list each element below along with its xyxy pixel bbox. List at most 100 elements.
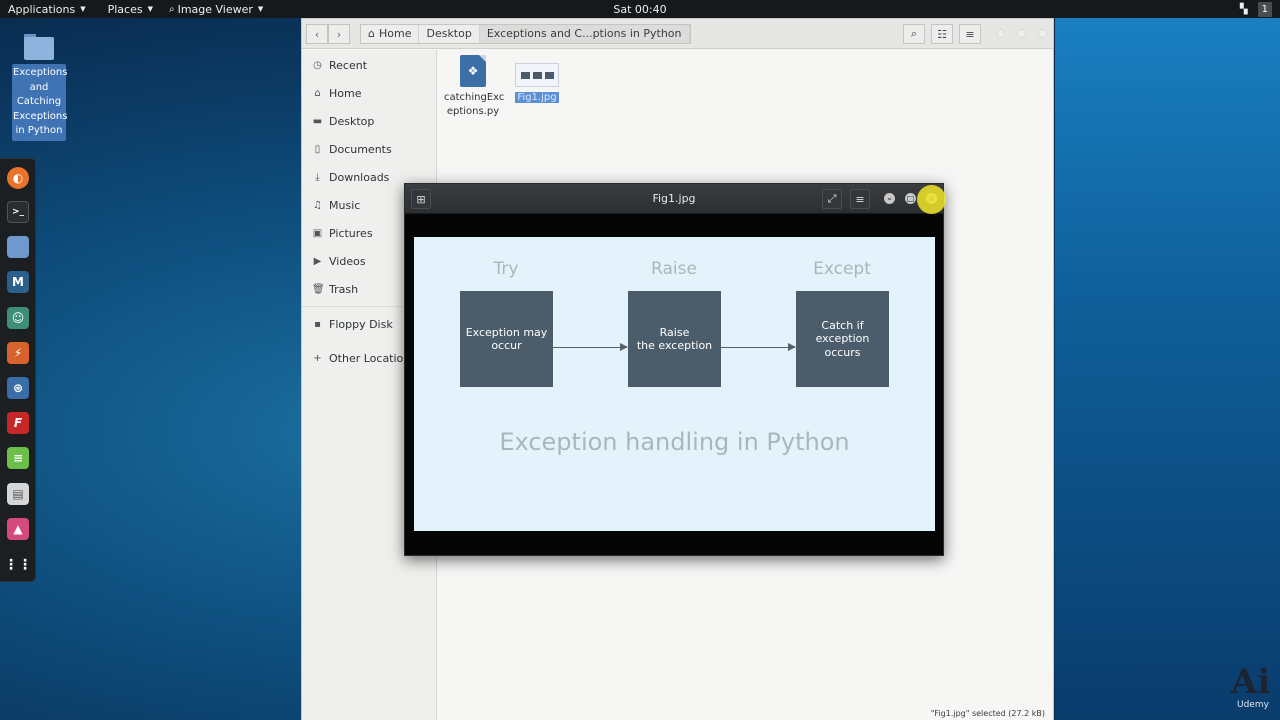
try-box: Exception may occur bbox=[460, 291, 553, 387]
fullscreen-button[interactable]: ⤢ bbox=[822, 189, 842, 209]
plus-icon: + bbox=[313, 352, 322, 364]
back-button[interactable]: ‹ bbox=[306, 24, 328, 44]
arrow-try-to-raise bbox=[553, 343, 628, 351]
except-box: Catch if exception occurs bbox=[796, 291, 889, 387]
stage-label-raise: Raise bbox=[651, 259, 697, 279]
folder-icon bbox=[24, 34, 54, 60]
sidebar-item-label: Desktop bbox=[329, 114, 375, 128]
image-viewer-icon: ⌕ bbox=[168, 3, 175, 15]
applications-label: Applications bbox=[8, 2, 76, 16]
top-bar: Applications ▼ Places ▼ ⌕ Image Viewer ▼ Sa… bbox=[0, 0, 1280, 18]
viewer-menu-button[interactable]: ≡ bbox=[850, 189, 870, 209]
watermark-brand: Udemy bbox=[1237, 700, 1269, 710]
minimize-button[interactable] bbox=[996, 29, 1005, 38]
applications-menu[interactable]: Applications ▼ bbox=[0, 0, 94, 18]
caret-down-icon: ▼ bbox=[257, 5, 264, 13]
home-icon: ⌂ bbox=[368, 27, 375, 40]
beef-icon[interactable]: ⊛ bbox=[7, 377, 29, 399]
folder-icon: ▬ bbox=[312, 115, 323, 127]
sidebar-item-label: Recent bbox=[329, 58, 368, 72]
breadcrumb-label: Desktop bbox=[426, 27, 472, 40]
picture-icon: ▣ bbox=[312, 227, 323, 239]
hamburger-icon: ≡ bbox=[855, 192, 865, 206]
sidebar-item-label: Other Locations bbox=[329, 351, 416, 365]
status-bar: "Fig1.jpg" selected (27.2 kB) bbox=[930, 709, 1045, 718]
image-viewer-window: ⊞ Fig1.jpg ⤢ ≡ – □ × Try Raise Except Ex… bbox=[404, 183, 944, 556]
caret-down-icon: ▼ bbox=[147, 5, 153, 13]
breadcrumb-label: Exceptions and C...ptions in Python bbox=[486, 27, 682, 40]
desktop-folder[interactable]: Exceptions and Catching Exceptions in Py… bbox=[12, 34, 68, 141]
sidebar-item-label: Downloads bbox=[329, 170, 390, 184]
sidebar-item-documents[interactable]: ▯ Documents bbox=[302, 138, 436, 160]
label-line: and bbox=[29, 81, 49, 93]
python-file-icon: ❖ bbox=[460, 55, 486, 87]
download-icon: ⤓ bbox=[315, 171, 320, 183]
file-catching-exceptions-py[interactable]: ❖ catchingExc eptions.py bbox=[444, 55, 505, 119]
sidebar-item-label: Music bbox=[329, 198, 361, 212]
file-fig1-jpg[interactable]: Fig1.jpg bbox=[510, 63, 564, 105]
sidebar-item-recent[interactable]: ◷ Recent bbox=[302, 54, 436, 76]
breadcrumb-current-folder[interactable]: Exceptions and C...ptions in Python bbox=[479, 25, 690, 43]
sidebar-item-home[interactable]: ⌂ Home bbox=[302, 82, 436, 104]
leafpad-icon[interactable]: ≡ bbox=[7, 447, 29, 469]
forward-button[interactable]: › bbox=[328, 24, 350, 44]
sidebar-item-desktop[interactable]: ▬ Desktop bbox=[302, 110, 436, 132]
dock: ◐ >_ M ☺ ⚡ ⊛ F ≡ ▤ ▲ ⋮⋮ bbox=[0, 158, 36, 582]
desktop-background bbox=[1055, 18, 1280, 720]
label-line: Exceptions bbox=[13, 67, 68, 78]
view-toggle-button[interactable]: ☷ bbox=[931, 24, 953, 44]
label-line: Exceptions bbox=[13, 110, 68, 122]
firefox-icon[interactable]: ◐ bbox=[7, 167, 29, 189]
raise-box: Raise the exception bbox=[628, 291, 721, 387]
slide-caption: Exception handling in Python bbox=[499, 428, 850, 456]
image-viewer-app-menu[interactable]: ⌕ Image Viewer ▼ bbox=[161, 0, 271, 18]
image-viewer-dock-icon[interactable]: ▲ bbox=[7, 518, 29, 540]
expand-icon: ⤢ bbox=[827, 192, 837, 205]
show-apps-icon[interactable]: ⋮⋮ bbox=[4, 554, 32, 576]
terminal-icon[interactable]: >_ bbox=[7, 201, 29, 223]
burpsuite-icon[interactable]: ⚡ bbox=[7, 342, 29, 364]
metasploit-icon[interactable]: M bbox=[7, 271, 29, 293]
sidebar-item-label: Documents bbox=[329, 142, 392, 156]
sidebar-item-label: Trash bbox=[329, 282, 359, 296]
cursor-highlight bbox=[917, 185, 946, 214]
home-icon: ⌂ bbox=[314, 87, 321, 99]
floppy-icon: ▪ bbox=[314, 318, 321, 330]
faraday-icon[interactable]: F bbox=[7, 412, 29, 434]
sidebar-item-label: Pictures bbox=[329, 226, 373, 240]
sidebar-item-label: Home bbox=[329, 86, 362, 100]
breadcrumb: ◀ ⌂Home Desktop Exceptions and C...ption… bbox=[360, 24, 691, 141]
label-line: Catching bbox=[16, 96, 62, 107]
udemy-watermark: Ai Udemy bbox=[1223, 660, 1279, 720]
network-icon[interactable]: ▚ bbox=[1240, 4, 1248, 15]
viewer-minimize-button[interactable]: – bbox=[884, 193, 895, 204]
clock-icon: ◷ bbox=[313, 59, 322, 71]
watermark-logo: Ai bbox=[1231, 662, 1271, 702]
search-button[interactable]: ⌕ bbox=[903, 24, 925, 44]
stage-label-except: Except bbox=[813, 259, 871, 279]
places-label: Places bbox=[107, 2, 143, 16]
image-viewer-titlebar: ⊞ Fig1.jpg ⤢ ≡ – □ × bbox=[405, 184, 943, 214]
places-menu[interactable]: Places ▼ bbox=[100, 0, 161, 18]
caret-down-icon: ▼ bbox=[80, 5, 86, 13]
menu-button[interactable]: ≡ bbox=[959, 24, 981, 44]
files-icon[interactable] bbox=[7, 236, 29, 258]
document-icon: ▯ bbox=[314, 143, 321, 155]
armitage-icon[interactable]: ☺ bbox=[7, 307, 29, 329]
cherrytree-icon[interactable]: ▤ bbox=[7, 483, 29, 505]
file-name-selected: Fig1.jpg bbox=[515, 92, 559, 103]
label-line: in Python bbox=[15, 125, 63, 136]
search-icon: ⌕ bbox=[910, 27, 918, 40]
video-icon: ▶ bbox=[313, 255, 322, 267]
file-name-line: catchingExc bbox=[444, 92, 505, 103]
close-button[interactable] bbox=[1038, 29, 1047, 38]
breadcrumb-desktop[interactable]: Desktop bbox=[419, 25, 480, 43]
clock[interactable]: Sat 00:40 bbox=[613, 3, 666, 16]
displayed-image: Try Raise Except Exception may occur Rai… bbox=[414, 237, 935, 531]
viewer-maximize-button[interactable]: □ bbox=[905, 193, 916, 204]
hamburger-icon: ≡ bbox=[965, 27, 975, 41]
workspace-indicator[interactable]: 1 bbox=[1257, 1, 1272, 17]
maximize-button[interactable] bbox=[1017, 29, 1026, 38]
breadcrumb-home[interactable]: ⌂ Home bbox=[361, 25, 420, 43]
desktop-folder-label: Exceptions and Catching Exceptions in Py… bbox=[12, 64, 68, 141]
